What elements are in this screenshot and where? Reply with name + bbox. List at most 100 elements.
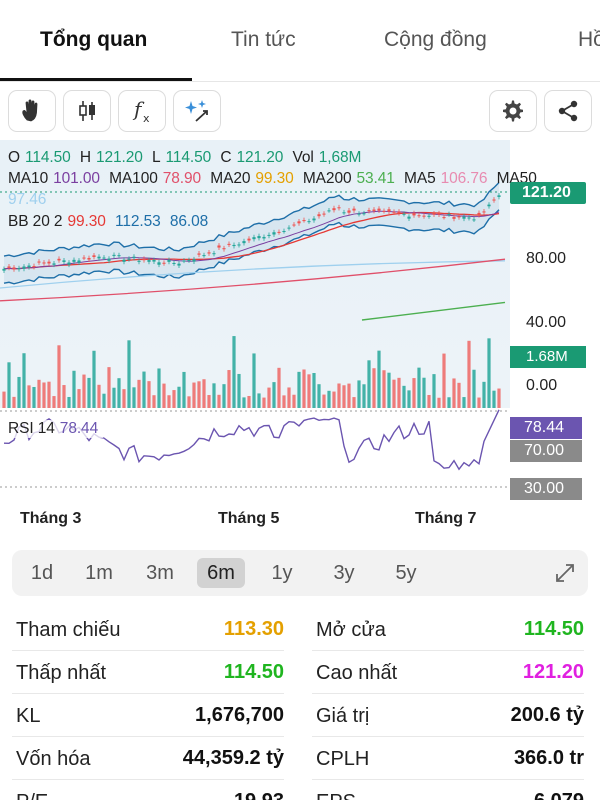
stat-value: 6,079 (534, 790, 584, 800)
volume-bar (442, 353, 446, 408)
candle-body (207, 252, 211, 254)
volume-bar (342, 385, 346, 408)
low-value: 114.50 (165, 149, 212, 166)
stat-label: Giá trị (316, 705, 370, 727)
rsi-upper-tag: 70.00 (510, 440, 582, 462)
period-1m[interactable]: 1m (74, 558, 124, 588)
volume-bar (282, 395, 286, 408)
candle-body (92, 255, 96, 257)
candle-body (37, 261, 41, 263)
chart-canvas[interactable] (0, 140, 510, 500)
candle-body (107, 258, 111, 261)
volume-bar (37, 379, 41, 408)
candle-body (32, 265, 36, 267)
chart-settings-button[interactable] (489, 90, 537, 132)
share-button[interactable] (544, 90, 592, 132)
volume-bar (377, 350, 381, 408)
candle-body (307, 221, 311, 223)
price-tick-80: 80.00 (526, 250, 567, 267)
candle-body (197, 253, 201, 255)
volume-bar (267, 387, 271, 408)
tab-overview[interactable]: Tổng quan (40, 28, 147, 52)
volume-bar (367, 360, 371, 408)
period-1d[interactable]: 1d (18, 558, 66, 588)
candle-body (447, 214, 451, 216)
stock-chart[interactable]: O 114.50 H 121.20 L 114.50 C 121.20 Vol 1,68M… (0, 140, 600, 500)
candle-body (12, 267, 16, 270)
candle-body (227, 243, 231, 245)
stat-label: EPS (316, 791, 356, 800)
candle-body (202, 255, 206, 257)
candle-body (387, 209, 391, 212)
volume-bar (297, 371, 301, 408)
candle-body (312, 218, 316, 221)
candle-body (272, 232, 276, 235)
chart-toolbar: f x (0, 86, 600, 136)
volume-bar (42, 382, 46, 408)
period-6m[interactable]: 6m (197, 558, 245, 588)
candle-body (262, 236, 266, 239)
candle-body (467, 217, 471, 219)
candle-body (487, 204, 491, 207)
tab-news[interactable]: Tin tức (231, 28, 296, 52)
tab-community[interactable]: Cộng đồng (384, 28, 487, 52)
candle-body (257, 236, 261, 239)
volume-bar (417, 367, 421, 408)
ma200-value: 53.41 (356, 170, 395, 187)
period-1y[interactable]: 1y (258, 558, 306, 588)
candlestick-type-button[interactable] (63, 90, 111, 132)
candle-body (67, 262, 71, 265)
volume-bar (102, 393, 106, 408)
volume-bar (477, 397, 481, 408)
sparkle-draw-icon (185, 100, 208, 122)
candle-body (27, 265, 31, 268)
stat-pe: P/E 19.93 (12, 781, 284, 800)
candle-body (442, 217, 446, 219)
volume-bar (357, 380, 361, 408)
candle-body (222, 248, 226, 250)
volume-bar (237, 373, 241, 408)
stat-label: Cao nhất (316, 662, 398, 684)
volume-bar (497, 388, 501, 408)
volume-bar (427, 394, 431, 408)
volume-bar (487, 338, 491, 408)
volume-bar (127, 340, 131, 408)
close-label: C (220, 149, 232, 166)
period-3m[interactable]: 3m (134, 558, 186, 588)
period-5y[interactable]: 5y (381, 558, 431, 588)
active-tab-underline (0, 78, 192, 81)
stat-open: Mở cửa 114.50 (312, 609, 584, 651)
volume-bar (142, 371, 146, 408)
candlestick-icon (79, 101, 95, 121)
volume-bar (432, 374, 436, 408)
drawing-tool-button[interactable] (173, 90, 221, 132)
stat-label: Tham chiếu (16, 619, 121, 641)
candle-body (347, 210, 351, 213)
stat-label: CPLH (316, 748, 370, 770)
indicator-function-button[interactable]: f x (118, 90, 166, 132)
candle-body (427, 215, 431, 217)
candle-body (297, 221, 301, 224)
volume-bar (232, 336, 236, 408)
candle-body (117, 255, 121, 257)
volume-bar (97, 384, 101, 408)
volume-bar (312, 372, 316, 408)
expand-icon[interactable] (552, 560, 578, 586)
candle-body (162, 262, 166, 264)
tab-profile[interactable]: Hồ (578, 28, 600, 52)
candle-body (322, 213, 326, 215)
volume-bar (22, 353, 26, 408)
candle-body (122, 259, 126, 262)
x-tick-march: Tháng 3 (20, 510, 82, 527)
candle-body (462, 216, 466, 219)
ma50-line: 97.46 (8, 191, 51, 209)
volume-bar (332, 391, 336, 408)
period-3y[interactable]: 3y (319, 558, 369, 588)
volume-bar (172, 390, 176, 408)
volume-bar (2, 391, 6, 408)
hand-tool-button[interactable] (8, 90, 56, 132)
stat-shares-outstanding: CPLH 366.0 tr (312, 738, 584, 780)
ma5-value: 106.76 (440, 170, 488, 187)
candle-body (112, 254, 116, 256)
volume-bar (87, 377, 91, 408)
